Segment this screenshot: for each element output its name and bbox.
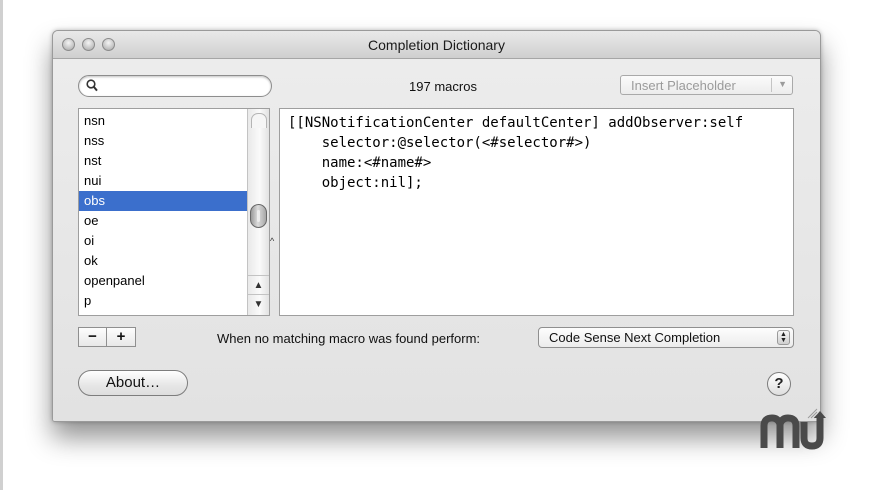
search-input[interactable] <box>103 78 263 93</box>
macro-list-item[interactable]: openpanel <box>79 271 248 291</box>
help-button[interactable]: ? <box>767 372 791 396</box>
scroll-down-arrow-icon[interactable]: ▼ <box>248 294 269 314</box>
text-cursor-icon: ^ <box>270 236 275 246</box>
macro-list-item[interactable]: nss <box>79 131 248 151</box>
insert-placeholder-label: Insert Placeholder <box>631 78 736 93</box>
fallback-action-label: When no matching macro was found perform… <box>217 331 481 346</box>
fallback-action-value: Code Sense Next Completion <box>549 330 721 345</box>
window-title: Completion Dictionary <box>368 37 505 53</box>
macro-list-item[interactable]: oi <box>79 231 248 251</box>
completion-dictionary-window: Completion Dictionary 197 macros Insert … <box>52 30 821 422</box>
code-line: [[NSNotificationCenter defaultCenter] ad… <box>288 115 744 131</box>
chevron-down-icon: ▼ <box>778 79 787 89</box>
code-line: object:nil]; <box>288 175 423 191</box>
macro-count: 197 macros <box>409 79 477 94</box>
search-icon <box>86 79 98 92</box>
background-edge <box>0 0 3 490</box>
macro-list-item[interactable]: p <box>79 291 248 311</box>
mu-logo <box>760 411 826 450</box>
code-line: selector:@selector(<#selector#>) <box>288 135 592 151</box>
macro-list-item[interactable]: obs <box>79 191 248 211</box>
macro-list-item[interactable]: nst <box>79 151 248 171</box>
window-content: 197 macros Insert Placeholder ▼ nsn nss ns… <box>53 59 820 421</box>
macro-list-item[interactable]: oe <box>79 211 248 231</box>
updown-arrows-icon: ▲ ▼ <box>777 330 790 345</box>
remove-macro-button[interactable]: − <box>78 327 107 347</box>
add-macro-button[interactable]: + <box>107 327 136 347</box>
macro-code-editor[interactable]: [[NSNotificationCenter defaultCenter] ad… <box>279 108 794 316</box>
scroll-thumb[interactable] <box>250 204 267 228</box>
scroll-up-arrow-icon[interactable]: ▲ <box>248 275 269 295</box>
code-line: name:<#name#> <box>288 155 432 171</box>
about-button[interactable]: About… <box>78 370 188 396</box>
macro-list-item[interactable]: nsn <box>79 111 248 131</box>
search-field[interactable] <box>78 75 272 97</box>
macro-list-item[interactable]: ok <box>79 251 248 271</box>
macro-list[interactable]: nsn nss nst nui obs oe oi ok openpanel p ▲ ▼ <box>78 108 270 316</box>
macro-list-item[interactable]: nui <box>79 171 248 191</box>
title-bar[interactable]: Completion Dictionary <box>53 31 820 59</box>
macro-list-scrollbar[interactable]: ▲ ▼ <box>247 109 269 315</box>
popup-divider <box>771 78 772 92</box>
scroll-track-top <box>251 113 267 128</box>
insert-placeholder-popup[interactable]: Insert Placeholder ▼ <box>620 75 793 95</box>
fallback-action-select[interactable]: Code Sense Next Completion ▲ ▼ <box>538 327 794 348</box>
